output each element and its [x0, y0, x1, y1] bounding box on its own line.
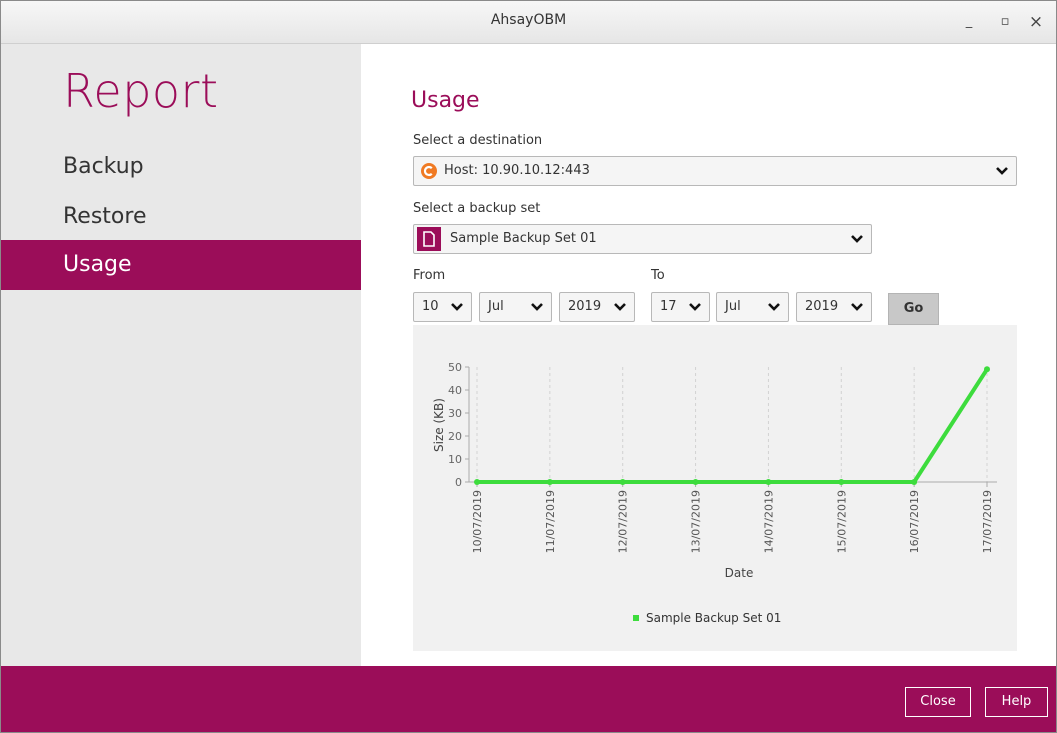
minimize-button[interactable]: _ [956, 9, 982, 35]
go-button[interactable]: Go [888, 293, 939, 325]
x-tick-label: 13/07/2019 [690, 490, 703, 553]
chevron-down-icon [689, 303, 701, 311]
chevron-down-icon [614, 303, 626, 311]
y-tick-label: 10 [448, 453, 462, 466]
page-title: Usage [411, 88, 480, 113]
to-day-select[interactable]: 17 [651, 292, 710, 322]
destination-value: Host: 10.90.10.12:443 [444, 163, 590, 178]
y-tick-label: 0 [455, 476, 462, 489]
sidebar-item-backup[interactable]: Backup [1, 142, 361, 192]
to-year-select[interactable]: 2019 [796, 292, 872, 322]
sidebar-item-restore[interactable]: Restore [1, 192, 361, 242]
backup-set-label: Select a backup set [413, 201, 541, 216]
chevron-down-icon [851, 235, 863, 243]
to-month-select[interactable]: Jul [716, 292, 789, 322]
data-point [984, 366, 990, 373]
backup-set-file-icon [417, 227, 441, 251]
sidebar-item-label: Usage [63, 252, 132, 277]
close-window-button[interactable]: × [1023, 9, 1049, 35]
title-bar: AhsayOBM _ ▫ × [1, 1, 1056, 44]
from-day-select[interactable]: 10 [413, 292, 472, 322]
x-tick-label: 12/07/2019 [617, 490, 630, 553]
from-month-select[interactable]: Jul [479, 292, 552, 322]
x-tick-label: 16/07/2019 [908, 490, 921, 553]
data-point [692, 479, 699, 485]
from-year-select[interactable]: 2019 [559, 292, 635, 322]
y-tick-label: 20 [448, 430, 462, 443]
sidebar-item-usage[interactable]: Usage [1, 240, 361, 290]
destination-label: Select a destination [413, 133, 543, 148]
chevron-down-icon [451, 303, 463, 311]
data-point [474, 479, 480, 485]
from-day-value: 10 [422, 299, 439, 314]
x-tick-label: 17/07/2019 [981, 490, 994, 553]
chevron-down-icon [531, 303, 543, 311]
sidebar-heading: Report [63, 64, 219, 118]
data-point [838, 479, 845, 485]
x-tick-label: 11/07/2019 [544, 490, 557, 553]
usage-chart-svg: 0 10 20 30 40 50 10/07/2019 11/07/2019 12/07/201… [432, 361, 997, 625]
backup-set-value: Sample Backup Set 01 [450, 231, 597, 246]
data-point [911, 479, 918, 485]
sidebar-item-label: Backup [63, 154, 144, 179]
y-tick-label: 40 [448, 384, 462, 397]
data-point [619, 479, 626, 485]
y-tick-label: 50 [448, 361, 462, 374]
x-tick-label: 10/07/2019 [471, 490, 484, 553]
sidebar: Report Backup Restore Usage [1, 44, 361, 666]
from-month-value: Jul [488, 299, 504, 314]
from-year-value: 2019 [568, 299, 602, 314]
y-tick-label: 30 [448, 407, 462, 420]
series-line [477, 368, 989, 484]
to-label: To [651, 268, 665, 283]
to-month-value: Jul [725, 299, 741, 314]
chevron-down-icon [996, 167, 1008, 175]
to-day-value: 17 [660, 299, 677, 314]
destination-select[interactable]: Host: 10.90.10.12:443 [413, 156, 1017, 186]
legend-label: Sample Backup Set 01 [646, 611, 781, 625]
x-tick-label: 14/07/2019 [762, 490, 775, 553]
sidebar-item-label: Restore [63, 204, 147, 229]
window-title: AhsayOBM [490, 12, 567, 28]
app-window: AhsayOBM _ ▫ × Report Backup Restore Usa… [0, 0, 1057, 733]
footer-bar: Close Help [1, 666, 1056, 732]
y-axis-title: Size (KB) [432, 398, 446, 452]
close-button[interactable]: Close [905, 687, 971, 717]
x-axis-title: Date [725, 566, 754, 580]
main-panel: Usage Select a destination Host: 10.90.1… [361, 44, 1056, 666]
to-year-value: 2019 [805, 299, 839, 314]
data-point [546, 479, 553, 485]
chevron-down-icon [851, 303, 863, 311]
usage-chart: 0 10 20 30 40 50 10/07/2019 11/07/2019 12/07/201… [413, 325, 1017, 651]
chevron-down-icon [768, 303, 780, 311]
data-point [765, 479, 772, 485]
maximize-button[interactable]: ▫ [992, 9, 1018, 35]
backup-set-select[interactable]: Sample Backup Set 01 [413, 224, 872, 254]
from-label: From [413, 268, 446, 283]
help-button[interactable]: Help [985, 687, 1048, 717]
x-tick-label: 15/07/2019 [835, 490, 848, 553]
legend-swatch [633, 615, 639, 621]
destination-host-icon [421, 163, 437, 179]
